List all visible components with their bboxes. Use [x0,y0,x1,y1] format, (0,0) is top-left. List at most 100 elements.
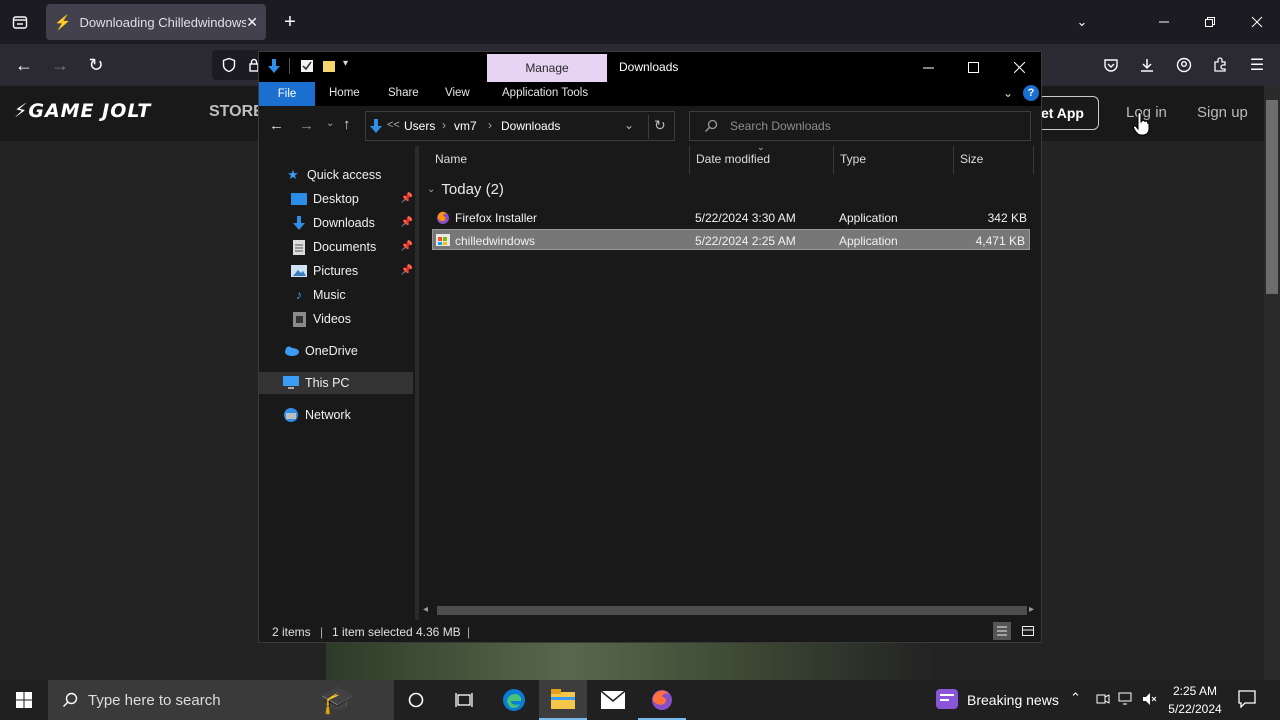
breadcrumb-chevron-icon[interactable]: › [442,118,446,132]
breadcrumb-vm7[interactable]: vm7 [454,119,477,133]
explorer-close-icon[interactable] [996,52,1042,82]
list-all-tabs-icon[interactable]: ⌄ [1070,10,1094,34]
shield-icon[interactable] [221,57,237,73]
browser-tab-bar: ⚡ Downloading Chilledwindows.e ✕ + ⌄ [0,0,1280,44]
menu-icon[interactable]: ☰ [1245,53,1269,77]
column-divider[interactable] [689,146,690,174]
videos-icon [291,311,307,327]
help-icon[interactable]: ? [1023,85,1039,101]
refresh-icon[interactable]: ↻ [654,117,666,134]
edge-icon[interactable] [490,680,538,720]
expand-ribbon-icon[interactable]: ⌄ [1003,86,1013,100]
breadcrumb-overflow[interactable]: << [387,119,400,131]
signup-link[interactable]: Sign up [1197,104,1248,121]
graduation-cap-icon: 🎓 [320,684,355,715]
customize-qat-icon[interactable]: ▾ [343,58,348,69]
cortana-icon[interactable] [392,680,440,720]
horizontal-scroll-thumb[interactable] [437,606,1027,615]
manage-contextual-tab[interactable]: Manage [487,54,607,82]
column-divider[interactable] [1033,146,1034,174]
large-icons-view-icon[interactable] [1019,622,1037,640]
task-view-icon[interactable] [440,680,488,720]
application-tools-tab[interactable]: Application Tools [502,87,588,99]
taskbar-search-placeholder: Type here to search [88,691,221,709]
nav-this-pc[interactable]: This PC [259,372,413,394]
column-divider[interactable] [953,146,954,174]
search-box[interactable]: Search Downloads [689,111,1031,141]
cloud-icon [283,343,299,359]
taskbar-search-box[interactable]: Type here to search 🎓 [48,680,394,720]
navigation-pane: ★ Quick access Desktop 📌 Downloads 📌 Docume… [259,146,415,620]
forward-icon[interactable]: → [48,53,72,77]
search-placeholder: Search Downloads [730,119,831,133]
downloads-icon[interactable] [1135,53,1159,77]
minimize-icon[interactable] [1152,10,1176,34]
extensions-icon[interactable] [1208,53,1232,77]
address-dropdown-icon[interactable]: ⌄ [624,118,634,132]
start-windows-icon[interactable] [0,680,48,720]
pocket-icon[interactable] [1099,53,1123,77]
network-status-icon[interactable] [1118,692,1134,706]
computer-icon [283,375,299,391]
column-header-size[interactable]: Size [960,152,983,166]
forward-arrow-icon[interactable]: → [299,117,314,134]
url-bar[interactable] [212,50,262,80]
file-explorer-taskbar-icon[interactable] [539,680,587,720]
music-icon: ♪ [295,288,303,302]
restore-icon[interactable] [1198,10,1222,34]
desktop-icon [291,191,307,207]
scroll-left-icon[interactable]: ◂ [423,604,428,615]
account-icon[interactable] [1172,53,1196,77]
details-view-icon[interactable] [993,622,1011,640]
column-header-date[interactable]: Date modified [696,152,770,166]
close-tab-icon[interactable]: ✕ [246,14,258,31]
reload-icon[interactable]: ↻ [84,53,108,77]
breadcrumb-chevron-icon[interactable]: › [488,118,492,132]
news-widget-icon[interactable] [936,689,958,709]
bolt-favicon-icon: ⚡ [54,13,72,30]
address-bar[interactable]: << Users › vm7 › Downloads ⌄ ↻ [365,111,675,141]
up-arrow-icon[interactable]: ↑ [343,116,351,133]
scroll-right-icon[interactable]: ▸ [1029,604,1034,615]
meet-now-icon[interactable] [1096,692,1110,706]
browser-tab[interactable]: ⚡ Downloading Chilledwindows.e ✕ [46,4,266,40]
new-tab-icon[interactable]: + [278,10,302,34]
close-browser-icon[interactable] [1245,10,1269,34]
status-selected: 1 item selected [332,625,413,639]
mail-icon[interactable] [589,680,637,720]
new-folder-icon[interactable] [322,59,336,73]
explorer-maximize-icon[interactable] [950,52,996,82]
back-icon[interactable]: ← [12,53,36,77]
file-row-selected[interactable]: chilledwindows 5/22/2024 2:25 AM Applica… [432,229,1030,250]
home-tab[interactable]: Home [329,87,360,99]
file-tab[interactable]: File [259,82,315,106]
explorer-minimize-icon[interactable] [905,52,951,82]
volume-muted-icon[interactable] [1142,692,1158,706]
firefox-taskbar-icon[interactable] [638,680,686,720]
breadcrumb-users[interactable]: Users [404,119,435,133]
scrollbar-thumb[interactable] [1266,100,1278,294]
video-preview[interactable] [326,642,936,680]
news-headline[interactable]: Breaking news [967,692,1059,708]
clock-date[interactable]: 5/22/2024 [1166,702,1224,716]
view-tab[interactable]: View [445,87,470,99]
store-link[interactable]: STORE [209,103,264,121]
download-arrow-icon [291,215,307,231]
properties-icon[interactable] [300,59,314,73]
group-header[interactable]: ⌄ Today (2) [427,181,504,198]
recent-locations-icon[interactable]: ⌄ [326,118,334,129]
gamejolt-logo[interactable]: ⚡GAME JOLT [14,100,151,122]
notification-center-icon[interactable] [1238,690,1256,708]
share-tab[interactable]: Share [388,87,419,99]
show-hidden-icons-icon[interactable]: ⌃ [1070,690,1081,706]
file-type: Application [839,211,898,225]
breadcrumb-downloads[interactable]: Downloads [501,119,560,133]
column-header-type[interactable]: Type [840,152,866,166]
column-divider[interactable] [833,146,834,174]
clock-time[interactable]: 2:25 AM [1166,684,1224,698]
horizontal-scrollbar[interactable]: ◂ ▸ [419,602,1041,620]
file-row[interactable]: Firefox Installer 5/22/2024 3:30 AM Appl… [433,207,1031,228]
tab-list-icon[interactable] [8,10,32,34]
back-arrow-icon[interactable]: ← [269,117,284,134]
column-header-name[interactable]: Name [435,152,467,166]
